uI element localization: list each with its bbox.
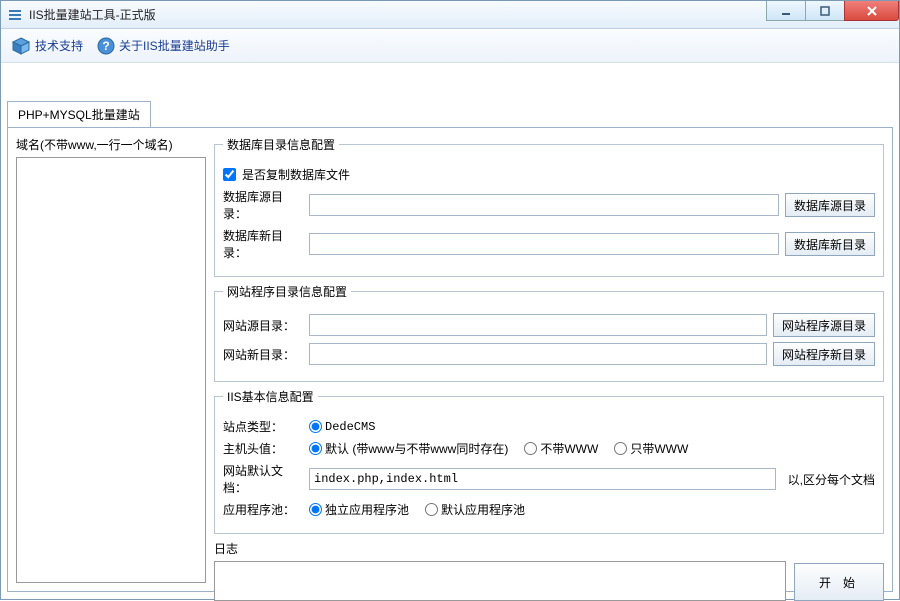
toolbar: 技术支持 ? 关于IIS批量建站助手 (1, 29, 899, 63)
db-src-browse-button[interactable]: 数据库源目录 (785, 193, 875, 217)
about-label: 关于IIS批量建站助手 (119, 37, 230, 54)
iis-config-group: IIS基本信息配置 站点类型： DedeCMS 主机头值： 默认 (带www与不… (214, 388, 884, 534)
domain-label: 域名(不带www,一行一个域名) (16, 136, 206, 153)
log-area: 日志 开始 (214, 540, 884, 601)
titlebar: IIS批量建站工具-正式版 (1, 1, 899, 29)
host-header-only-www[interactable]: 只带WWW (614, 440, 688, 457)
tab-strip: PHP+MYSQL批量建站 (7, 101, 893, 127)
cube-icon (11, 36, 31, 56)
tech-support-button[interactable]: 技术支持 (11, 36, 83, 56)
db-config-legend: 数据库目录信息配置 (223, 136, 339, 153)
close-button[interactable] (844, 1, 899, 21)
site-src-input[interactable] (309, 314, 767, 336)
help-icon: ? (97, 37, 115, 55)
db-new-input[interactable] (309, 233, 779, 255)
site-src-browse-button[interactable]: 网站程序源目录 (773, 313, 875, 337)
default-doc-input[interactable] (309, 468, 776, 490)
host-header-label: 主机头值： (223, 440, 303, 457)
copy-db-checkbox[interactable] (223, 168, 236, 181)
host-header-default[interactable]: 默认 (带www与不带www同时存在) (309, 440, 508, 457)
db-src-label: 数据库源目录： (223, 188, 303, 222)
site-new-label: 网站新目录： (223, 346, 303, 363)
start-button[interactable]: 开始 (794, 563, 884, 601)
site-type-label: 站点类型： (223, 418, 303, 435)
site-src-label: 网站源目录： (223, 317, 303, 334)
config-column: 数据库目录信息配置 是否复制数据库文件 数据库源目录： 数据库源目录 数据库新目… (214, 136, 884, 583)
tab-body: 域名(不带www,一行一个域名) 数据库目录信息配置 是否复制数据库文件 数据库… (7, 127, 893, 592)
site-new-input[interactable] (309, 343, 767, 365)
app-pool-label: 应用程序池： (223, 501, 303, 518)
svg-text:?: ? (102, 39, 109, 53)
default-doc-label: 网站默认文档： (223, 462, 303, 496)
copy-db-label: 是否复制数据库文件 (242, 166, 350, 183)
window-title: IIS批量建站工具-正式版 (29, 6, 156, 23)
log-output[interactable] (214, 561, 786, 601)
db-new-label: 数据库新目录： (223, 227, 303, 261)
app-pool-independent[interactable]: 独立应用程序池 (309, 501, 409, 518)
tabs-area: PHP+MYSQL批量建站 域名(不带www,一行一个域名) 数据库目录信息配置… (7, 101, 893, 591)
default-doc-suffix: 以,区分每个文档 (788, 471, 875, 488)
site-config-group: 网站程序目录信息配置 网站源目录： 网站程序源目录 网站新目录： 网站程序新目录 (214, 283, 884, 382)
domain-input[interactable] (16, 157, 206, 583)
domain-column: 域名(不带www,一行一个域名) (16, 136, 206, 583)
tech-support-label: 技术支持 (35, 37, 83, 54)
db-new-browse-button[interactable]: 数据库新目录 (785, 232, 875, 256)
about-button[interactable]: ? 关于IIS批量建站助手 (97, 37, 230, 55)
app-icon (7, 7, 23, 23)
maximize-button[interactable] (805, 1, 845, 21)
db-config-group: 数据库目录信息配置 是否复制数据库文件 数据库源目录： 数据库源目录 数据库新目… (214, 136, 884, 277)
db-src-input[interactable] (309, 194, 779, 216)
app-pool-default[interactable]: 默认应用程序池 (425, 501, 525, 518)
site-config-legend: 网站程序目录信息配置 (223, 283, 351, 300)
site-new-browse-button[interactable]: 网站程序新目录 (773, 342, 875, 366)
tab-php-mysql[interactable]: PHP+MYSQL批量建站 (7, 101, 151, 127)
host-header-no-www[interactable]: 不带WWW (524, 440, 598, 457)
site-type-dedecms[interactable]: DedeCMS (309, 420, 375, 434)
iis-config-legend: IIS基本信息配置 (223, 388, 318, 405)
window-controls (767, 1, 899, 21)
log-label: 日志 (214, 540, 786, 557)
minimize-button[interactable] (766, 1, 806, 21)
